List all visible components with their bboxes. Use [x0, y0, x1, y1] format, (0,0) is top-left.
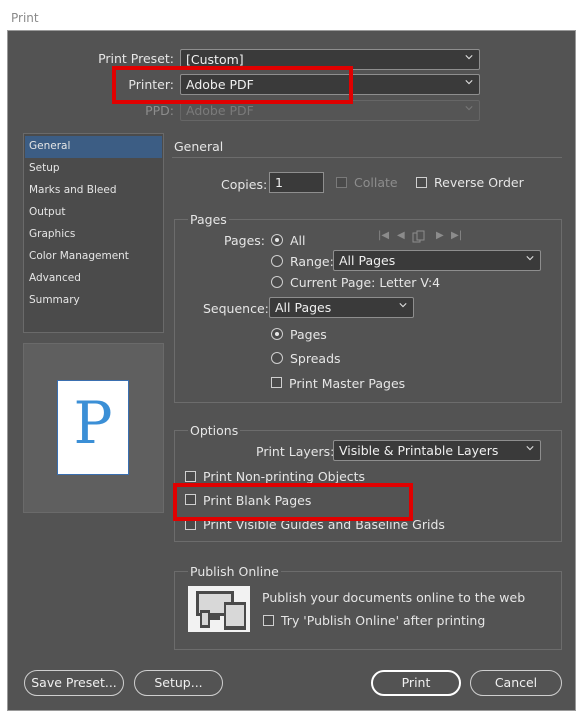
chevron-down-icon: [526, 446, 534, 451]
print-preset-label: Print Preset:: [98, 51, 174, 66]
print-guides-label: Print Visible Guides and Baseline Grids: [203, 517, 445, 532]
sidebar-item-label: Setup: [29, 162, 60, 174]
pages-label: Pages:: [224, 233, 265, 248]
copies-input[interactable]: 1: [269, 172, 324, 193]
title-bar: Print: [0, 0, 584, 30]
print-preset-value: [Custom]: [186, 52, 244, 67]
sequence-label: Sequence:: [203, 301, 269, 316]
sidebar-item-summary[interactable]: Summary: [25, 290, 162, 312]
first-page-icon: |◀: [378, 230, 390, 241]
previous-page-icon: ◀: [397, 230, 405, 241]
sidebar-item-label: Graphics: [29, 228, 76, 240]
setup-button[interactable]: Setup...: [134, 670, 223, 696]
publish-online-text: Publish your documents online to the web: [262, 590, 526, 605]
print-nonprinting-label: Print Non-printing Objects: [203, 469, 366, 484]
preview-page: P: [57, 380, 129, 475]
print-blank-pages-label: Print Blank Pages: [203, 493, 312, 508]
print-blank-pages-checkbox[interactable]: [185, 494, 196, 505]
sidebar-item-general[interactable]: General: [25, 136, 162, 158]
publish-online-title: Publish Online: [188, 564, 281, 579]
print-button[interactable]: Print: [371, 670, 461, 696]
chevron-down-icon: [465, 106, 473, 111]
section-title: General: [174, 139, 224, 154]
sidebar-item-label: Summary: [29, 294, 80, 306]
current-page-radio[interactable]: [271, 276, 283, 288]
sidebar-item-graphics[interactable]: Graphics: [25, 224, 162, 246]
cancel-button[interactable]: Cancel: [470, 670, 562, 696]
print-layers-select[interactable]: Visible & Printable Layers: [333, 440, 541, 461]
ppd-select: Adobe PDF: [180, 100, 480, 121]
reverse-order-label: Reverse Order: [434, 175, 524, 190]
chevron-down-icon: [465, 55, 473, 60]
sidebar-item-advanced[interactable]: Advanced: [25, 268, 162, 290]
printer-value: Adobe PDF: [186, 77, 254, 92]
chevron-down-icon: [399, 303, 407, 308]
current-page-label: Current Page: Letter V:4: [290, 275, 441, 290]
print-dialog: Print Print Preset: [Custom] Printer: Ad…: [0, 0, 584, 718]
ppd-value: Adobe PDF: [186, 103, 254, 118]
range-select[interactable]: All Pages: [333, 250, 541, 271]
try-publish-online-checkbox[interactable]: [263, 615, 274, 626]
sidebar-item-marks-and-bleed[interactable]: Marks and Bleed: [25, 180, 162, 202]
reverse-order-checkbox[interactable]: [416, 177, 427, 188]
print-layers-label: Print Layers:: [256, 444, 335, 459]
page-picker-icon: [412, 230, 425, 243]
pages-group-title: Pages: [188, 212, 229, 227]
category-list: General Setup Marks and Bleed Output Gra…: [23, 133, 164, 333]
copies-value: 1: [275, 175, 283, 190]
printer-select[interactable]: Adobe PDF: [180, 74, 480, 95]
sidebar-item-label: Marks and Bleed: [29, 184, 117, 196]
print-layers-value: Visible & Printable Layers: [339, 443, 499, 458]
chevron-down-icon: [526, 256, 534, 261]
next-page-icon: ▶: [436, 230, 444, 241]
all-pages-label: All: [290, 233, 306, 248]
copies-label: Copies:: [221, 177, 268, 192]
page-preview: P: [23, 343, 164, 513]
range-radio[interactable]: [271, 255, 283, 267]
sequence-select[interactable]: All Pages: [269, 297, 414, 318]
options-group-title: Options: [188, 423, 241, 438]
sidebar-item-output[interactable]: Output: [25, 202, 162, 224]
sequence-value: All Pages: [275, 300, 332, 315]
all-pages-radio[interactable]: [271, 234, 283, 246]
print-nonprinting-checkbox[interactable]: [185, 471, 196, 482]
sidebar-item-label: General: [29, 140, 71, 152]
window-title: Print: [11, 11, 39, 25]
try-publish-online-label: Try 'Publish Online' after printing: [281, 613, 486, 628]
sidebar-item-label: Color Management: [29, 250, 129, 262]
pages-radio[interactable]: [271, 328, 283, 340]
pages-option-label: Pages: [290, 327, 327, 342]
sidebar-item-label: Output: [29, 206, 66, 218]
print-master-pages-label: Print Master Pages: [289, 376, 406, 391]
last-page-icon: ▶|: [451, 230, 463, 241]
divider: [172, 157, 562, 158]
spreads-option-label: Spreads: [290, 351, 341, 366]
printer-label: Printer:: [128, 77, 174, 92]
sidebar-item-color-management[interactable]: Color Management: [25, 246, 162, 268]
collate-label: Collate: [354, 175, 398, 190]
chevron-down-icon: [465, 80, 473, 85]
sidebar-item-label: Advanced: [29, 272, 81, 284]
save-preset-button[interactable]: Save Preset...: [24, 670, 124, 696]
preview-letter: P: [73, 389, 113, 457]
print-preset-select[interactable]: [Custom]: [180, 49, 480, 70]
publish-devices-icon: [188, 586, 250, 632]
print-guides-checkbox[interactable]: [185, 519, 196, 530]
print-master-pages-checkbox[interactable]: [271, 377, 282, 388]
spreads-radio[interactable]: [271, 352, 283, 364]
sidebar-item-setup[interactable]: Setup: [25, 158, 162, 180]
collate-checkbox: [336, 177, 347, 188]
dialog-body: Print Preset: [Custom] Printer: Adobe PD…: [7, 30, 576, 711]
range-value: All Pages: [339, 253, 396, 268]
ppd-label: PPD:: [145, 103, 174, 118]
range-label: Range:: [290, 254, 334, 269]
